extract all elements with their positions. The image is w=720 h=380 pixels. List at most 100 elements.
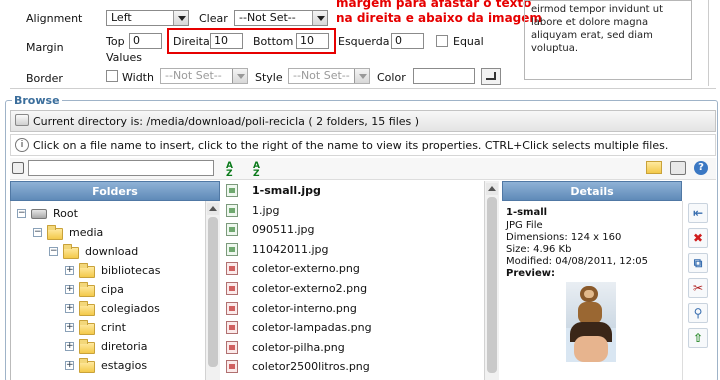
equal-values-checkbox[interactable] (436, 35, 448, 47)
cut-icon[interactable]: ✂ (688, 278, 708, 298)
file-row[interactable]: coletor-pilha.png (224, 338, 484, 358)
file-row[interactable]: coletor-lampadas.png (224, 318, 484, 338)
clear-select[interactable]: --Not Set-- (234, 10, 328, 26)
browse-toolbar: AZ AZ ? (10, 158, 716, 180)
file-name[interactable]: coletor-externo.png (252, 262, 360, 275)
border-style-select[interactable]: --Not Set-- (288, 68, 370, 84)
border-width-label: Width (122, 71, 154, 84)
file-name[interactable]: coletor-externo2.png (252, 282, 367, 295)
margin-bottom-input[interactable]: 10 (296, 33, 329, 49)
binoculars-icon (12, 162, 24, 174)
border-label: Border (26, 72, 63, 85)
files-scroll-thumb[interactable] (487, 197, 497, 373)
expand-icon[interactable]: + (65, 285, 74, 294)
file-name[interactable]: coletor-interno.png (252, 302, 357, 315)
file-name[interactable]: coletor-pilha.png (252, 341, 345, 354)
file-name[interactable]: 1-small.jpg (252, 184, 321, 197)
upload-icon[interactable] (670, 161, 686, 175)
border-style-value: --Not Set-- (293, 69, 350, 82)
alignment-label: Alignment (26, 12, 83, 25)
current-directory-text: Current directory is: /media/download/po… (33, 115, 420, 128)
expand-icon[interactable]: + (65, 304, 74, 313)
folders-header: Folders (10, 181, 220, 201)
jpg-file-icon (226, 223, 238, 237)
zoom-icon[interactable]: ⚲ (688, 303, 708, 323)
folder-label: crint (101, 321, 126, 334)
file-list: 1-small.jpg 1.jpg 090511.jpg 11042011.jpg co… (224, 181, 499, 380)
file-name[interactable]: 1.jpg (252, 204, 280, 217)
preview-monkey-body (578, 302, 602, 324)
section-divider (10, 88, 716, 89)
file-row[interactable]: coletor-externo2.png (224, 279, 484, 299)
scroll-up-icon[interactable] (486, 183, 498, 195)
search-input[interactable] (28, 160, 214, 176)
png-file-icon (226, 262, 238, 276)
collapse-icon[interactable]: − (33, 228, 42, 237)
folders-scrollbar[interactable] (205, 201, 220, 380)
folder-label: Root (53, 207, 78, 220)
clear-label: Clear (199, 12, 228, 25)
preview-monkey-face (584, 290, 594, 298)
folders-tree: − Root − media − download + bibliotecas + cipa + co… (10, 201, 220, 380)
values-label: Values (106, 51, 142, 64)
sort-az-icon[interactable]: AZ (226, 162, 240, 179)
file-name[interactable]: coletor-lampadas.png (252, 321, 372, 334)
expand-icon[interactable]: + (65, 323, 74, 332)
file-row[interactable]: 1-small.jpg (224, 181, 484, 201)
top-divider (708, 0, 716, 86)
collapse-icon[interactable]: − (49, 247, 58, 256)
help-icon[interactable]: ? (694, 161, 708, 175)
expand-icon[interactable]: + (65, 342, 74, 351)
file-row[interactable]: coletor-interno.png (224, 299, 484, 319)
margin-top-input[interactable]: 0 (129, 33, 162, 49)
delete-icon[interactable]: ✖ (688, 228, 708, 248)
help-bar: i Click on a file name to insert, click … (10, 134, 716, 156)
new-folder-icon[interactable] (646, 161, 662, 174)
chevron-down-icon (232, 69, 247, 83)
file-row[interactable]: 11042011.jpg (224, 240, 484, 260)
margin-left-label: Esquerda (338, 35, 390, 48)
expand-icon[interactable]: + (65, 266, 74, 275)
color-picker-button[interactable] (481, 68, 501, 85)
file-name[interactable]: 11042011.jpg (252, 243, 329, 256)
file-row[interactable]: 1.jpg (224, 201, 484, 221)
folder-icon (79, 339, 95, 354)
folder-label: cipa (101, 283, 124, 296)
jpg-file-icon (226, 184, 238, 197)
folder-label: download (85, 245, 139, 258)
collapse-icon[interactable]: − (17, 209, 26, 218)
expand-icon[interactable]: + (65, 361, 74, 370)
png-file-icon (226, 282, 238, 295)
hint-line-2: na direita e abaixo da imagem (336, 11, 542, 25)
drive-icon (31, 209, 47, 219)
insert-icon[interactable]: ⇤ (688, 203, 708, 223)
alignment-select[interactable]: Left (106, 10, 189, 26)
border-width-select[interactable]: --Not Set-- (160, 68, 248, 84)
copy-icon[interactable]: ⧉ (688, 253, 708, 273)
folder-icon (79, 263, 95, 278)
file-row[interactable]: coletor2500litros.png (224, 357, 484, 377)
margin-label: Margin (26, 41, 64, 54)
help-text: Click on a file name to insert, click to… (33, 139, 669, 152)
current-directory-bar: Current directory is: /media/download/po… (10, 110, 716, 132)
sort-az-files-icon[interactable]: AZ (253, 162, 267, 179)
border-width-checkbox[interactable] (106, 70, 118, 82)
folder-icon (79, 282, 95, 297)
files-scrollbar[interactable] (484, 181, 499, 380)
scroll-up-icon[interactable] (207, 203, 219, 215)
folder-icon (79, 301, 95, 316)
clear-value: --Not Set-- (239, 11, 296, 24)
chevron-down-icon (354, 69, 369, 83)
file-name[interactable]: coletor2500litros.png (252, 360, 370, 373)
file-name[interactable]: 090511.jpg (252, 223, 315, 236)
file-row[interactable]: 090511.jpg (224, 220, 484, 240)
margin-right-input[interactable]: 10 (210, 33, 243, 49)
preview-child-face (574, 336, 608, 362)
edit-file-icon[interactable]: ⇧ (688, 328, 708, 348)
folder-label: bibliotecas (101, 264, 161, 277)
border-color-input[interactable] (413, 68, 475, 84)
margin-left-input[interactable]: 0 (391, 33, 424, 49)
details-header: Details (502, 181, 682, 201)
folders-scroll-thumb[interactable] (208, 217, 218, 367)
file-row[interactable]: coletor-externo.png (224, 259, 484, 279)
